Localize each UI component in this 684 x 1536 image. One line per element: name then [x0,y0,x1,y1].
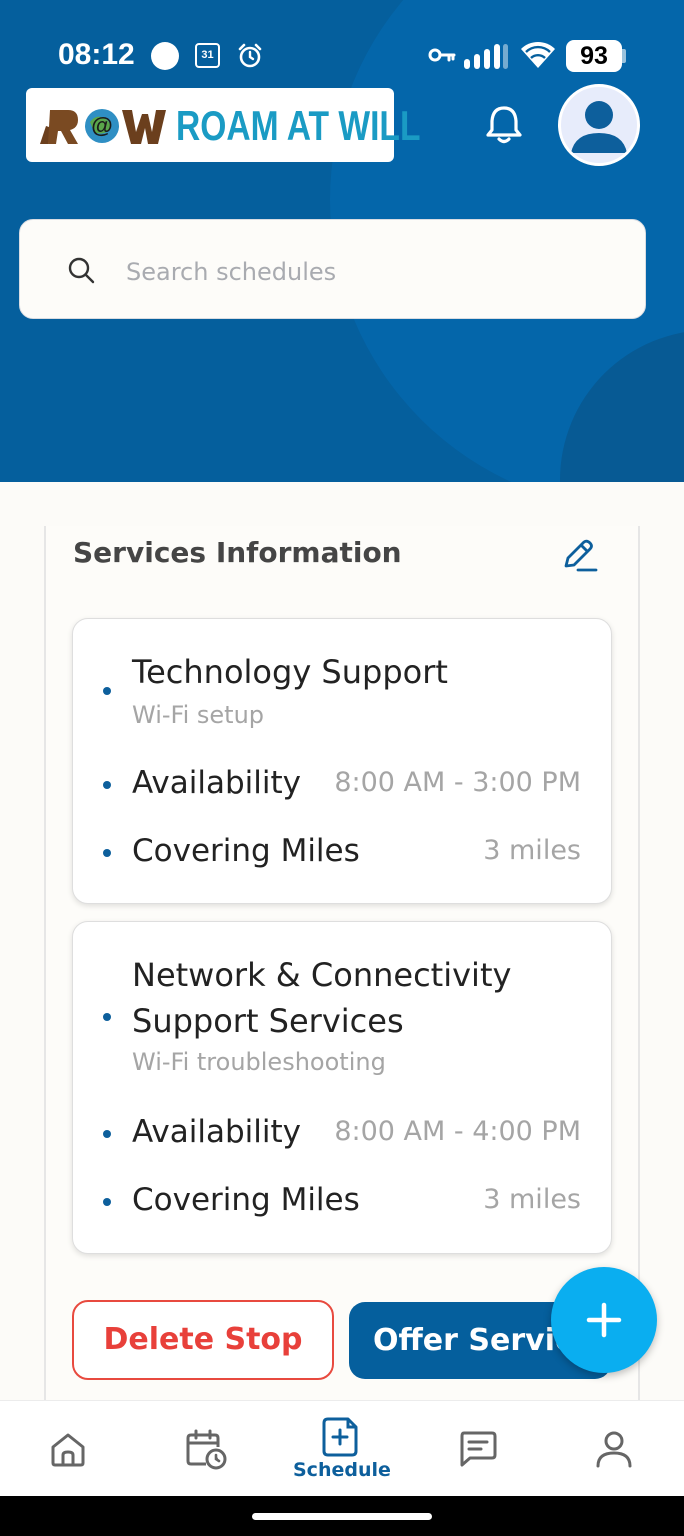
availability-label: Availability [132,1114,301,1150]
service-description: Wi-Fi setup [132,701,265,729]
gesture-handle[interactable] [252,1513,432,1520]
search-bar[interactable]: Search schedules [19,219,646,319]
vpn-key-icon [428,48,456,62]
pencil-icon[interactable] [560,538,598,574]
wifi-icon [521,41,555,68]
covering-miles-value: 3 miles [483,1184,581,1215]
calendar-icon: 31 [195,43,220,68]
status-time: 08:12 [58,38,135,71]
search-icon [68,257,95,284]
service-name: Network & Connectivity Support Services [132,956,512,1040]
service-card[interactable]: Network & Connectivity Support Services … [72,921,612,1254]
search-input[interactable]: Search schedules [126,258,336,286]
availability-value: 8:00 AM - 3:00 PM [334,767,581,798]
delete-stop-button[interactable]: Delete Stop [72,1300,334,1380]
calendar-clock-icon [186,1429,227,1470]
home-icon [51,1433,85,1467]
profile-avatar[interactable] [558,84,640,166]
nav-calendar[interactable] [176,1401,236,1497]
bullet-dot [103,849,111,857]
bullet-dot [103,1198,111,1206]
notification-bell-icon[interactable] [484,104,524,146]
chat-icon [460,1431,497,1467]
service-card[interactable]: Technology Support Wi-Fi setup Availabil… [72,618,612,904]
bullet-dot [103,781,111,789]
bullet-dot [103,1130,111,1138]
service-name: Technology Support [132,653,448,691]
record-dot-icon [151,42,179,70]
battery-icon: 93 [566,40,622,72]
logo-mark-icon: @ [40,109,166,144]
section-title: Services Information [73,536,402,569]
schedule-add-icon [322,1417,358,1457]
plus-icon [586,1302,622,1338]
user-silhouette-icon [571,101,627,153]
availability-label: Availability [132,765,301,801]
covering-miles-value: 3 miles [483,835,581,866]
nav-messages[interactable] [448,1401,508,1497]
nav-schedule-label: Schedule [293,1459,391,1481]
add-fab-button[interactable] [551,1267,657,1373]
battery-cap [622,49,626,63]
bottom-navigation: Schedule [0,1400,684,1496]
service-description: Wi-Fi troubleshooting [132,1048,386,1076]
availability-value: 8:00 AM - 4:00 PM [334,1116,581,1147]
nav-schedule[interactable]: Schedule [292,1401,392,1497]
svg-text:@: @ [91,113,112,138]
nav-profile[interactable] [584,1401,644,1497]
covering-miles-label: Covering Miles [132,833,360,869]
bullet-dot [103,687,111,695]
nav-home[interactable] [40,1401,100,1497]
status-bar: 08:12 31 93 [0,30,684,80]
alarm-icon [238,43,262,68]
logo-text: ROAM AT WILL [176,102,421,149]
roam-at-will-logo: @ ROAM AT WILL [26,88,420,162]
covering-miles-label: Covering Miles [132,1182,360,1218]
system-gesture-bar [0,1496,684,1536]
signal-icon [464,44,508,69]
profile-icon [596,1431,632,1468]
bullet-dot [103,1013,111,1021]
